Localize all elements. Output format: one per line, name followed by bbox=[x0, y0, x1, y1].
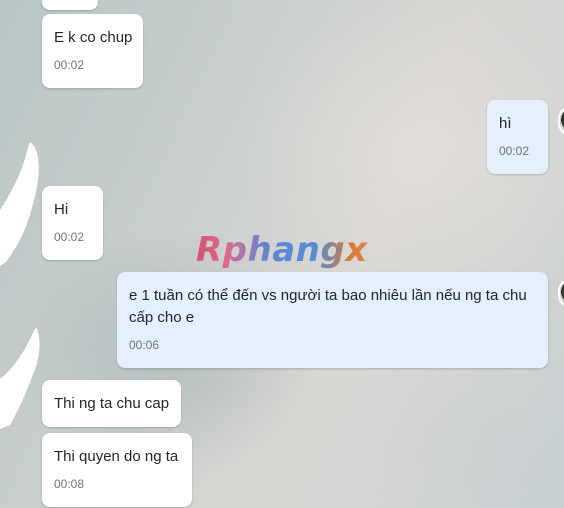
message-text: Thi quyen do ng ta bbox=[54, 448, 179, 465]
message-bubble-partial[interactable] bbox=[42, 0, 98, 10]
message-time: 00:02 bbox=[54, 58, 85, 72]
message-bubble-incoming[interactable]: Thi quyen do ng ta 00:08 bbox=[42, 433, 192, 507]
message-time: 00:02 bbox=[54, 230, 85, 244]
message-text: hì bbox=[499, 115, 512, 132]
message-bubble-outgoing[interactable]: hì 00:02 bbox=[487, 100, 548, 174]
message-time: 00:08 bbox=[54, 477, 85, 491]
message-text: Hi bbox=[54, 201, 69, 218]
sender-avatar[interactable] bbox=[558, 106, 564, 136]
sender-avatar[interactable] bbox=[558, 278, 564, 308]
message-bubble-incoming[interactable]: E k co chup 00:02 bbox=[42, 14, 143, 88]
chat-message-list[interactable]: E k co chup 00:02 hì 00:02 Hi 00:02 e 1 … bbox=[0, 0, 564, 508]
message-text: E k co chup bbox=[54, 29, 133, 46]
message-bubble-outgoing[interactable]: e 1 tuần có thể đến vs người ta bao nhiê… bbox=[117, 272, 548, 368]
redaction-smudge bbox=[0, 327, 40, 429]
watermark-logo: Rphangx bbox=[196, 230, 368, 270]
message-bubble-incoming[interactable]: Thi ng ta chu cap bbox=[42, 380, 181, 427]
message-bubble-incoming[interactable]: Hi 00:02 bbox=[42, 186, 103, 260]
message-text: e 1 tuần có thể đến vs người ta bao nhiê… bbox=[129, 287, 527, 326]
message-text: Thi ng ta chu cap bbox=[54, 395, 170, 412]
message-time: 00:02 bbox=[499, 144, 530, 158]
redaction-smudge bbox=[0, 142, 39, 266]
message-time: 00:06 bbox=[129, 338, 160, 352]
